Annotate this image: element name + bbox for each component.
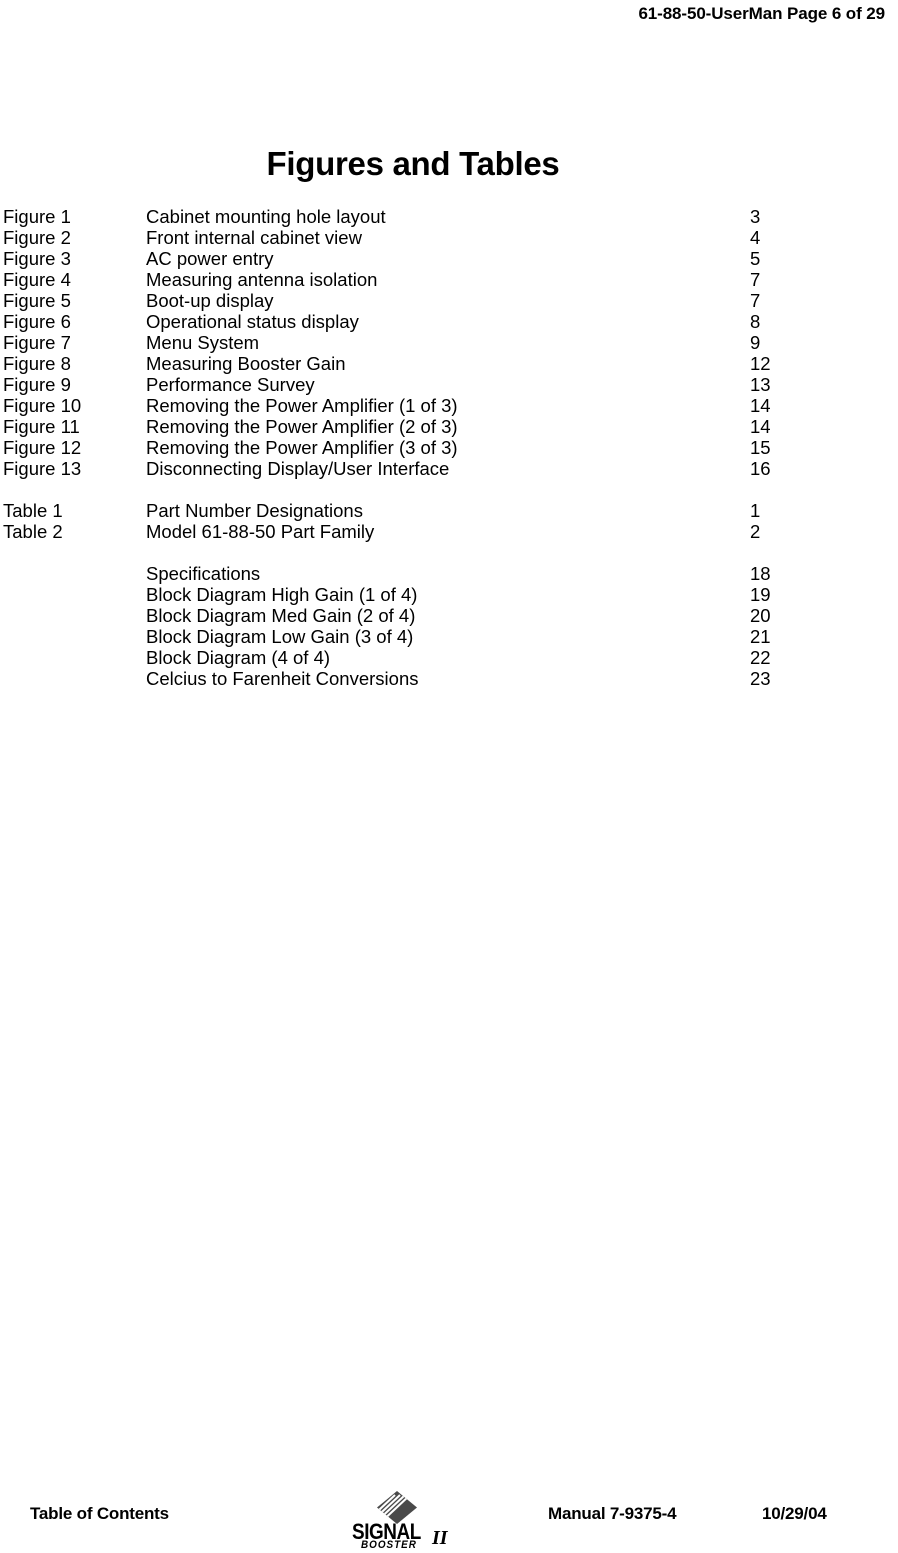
toc-row-page-number: 9 <box>750 332 761 353</box>
toc-row-page-number: 8 <box>750 311 761 332</box>
toc-row: Figure 4 Measuring antenna isolation 7 <box>0 269 898 290</box>
page-footer: Table of Contents SIGNAL BOOSTER II Manu… <box>0 1490 898 1553</box>
toc-row-page-number: 14 <box>750 395 771 416</box>
toc-row-page-number: 13 <box>750 374 771 395</box>
toc-row-page-number: 1 <box>750 500 761 521</box>
toc-row-description: Block Diagram Low Gain (3 of 4) <box>146 626 414 647</box>
toc-row: Figure 6 Operational status display 8 <box>0 311 898 332</box>
toc-row-page-number: 12 <box>750 353 771 374</box>
footer-date: 10/29/04 <box>762 1504 827 1523</box>
toc-row-description: Specifications <box>146 563 261 584</box>
toc-row-page-number: 16 <box>750 458 771 479</box>
toc-row-label: Table 1 <box>3 500 63 521</box>
toc-row: Figure 8 Measuring Booster Gain 12 <box>0 353 898 374</box>
toc-row: Table 1 Part Number Designations 1 <box>0 500 898 521</box>
toc-row-description: Menu System <box>146 332 260 353</box>
toc-row-description: Block Diagram (4 of 4) <box>146 647 331 668</box>
toc-row-description: Performance Survey <box>146 374 315 395</box>
toc-row-description: Front internal cabinet view <box>146 227 362 248</box>
toc-row: Figure 7 Menu System 9 <box>0 332 898 353</box>
toc-row-label: Figure 13 <box>3 458 82 479</box>
toc-row-description: AC power entry <box>146 248 274 269</box>
toc-row: Table 2 Model 61-88-50 Part Family 2 <box>0 521 898 542</box>
toc-row-description: Removing the Power Amplifier (2 of 3) <box>146 416 458 437</box>
toc-row: Figure 10 Removing the Power Amplifier (1… <box>0 395 898 416</box>
toc-row-description: Cabinet mounting hole layout <box>146 206 386 227</box>
toc-row-page-number: 23 <box>750 668 771 689</box>
toc-row-description: Part Number Designations <box>146 500 363 521</box>
toc-row-label: Figure 5 <box>3 290 71 311</box>
logo-wordmark: SIGNAL BOOSTER II <box>352 1521 472 1553</box>
toc-row: Specifications 18 <box>0 563 898 584</box>
toc-row: Figure 1 Cabinet mounting hole layout 3 <box>0 206 898 227</box>
toc-row-description: Operational status display <box>146 311 359 332</box>
toc-row-description: Disconnecting Display/User Interface <box>146 458 450 479</box>
toc-row: Block Diagram (4 of 4) 22 <box>0 647 898 668</box>
toc-row: Figure 5 Boot-up display 7 <box>0 290 898 311</box>
footer-section-label: Table of Contents <box>30 1504 169 1523</box>
toc-row: Block Diagram High Gain (1 of 4) 19 <box>0 584 898 605</box>
toc-row-page-number: 19 <box>750 584 771 605</box>
toc-row-page-number: 7 <box>750 269 761 290</box>
toc-row-page-number: 2 <box>750 521 761 542</box>
toc-row-page-number: 14 <box>750 416 771 437</box>
toc-row-label: Table 2 <box>3 521 63 542</box>
signal-booster-logo: SIGNAL BOOSTER II <box>352 1490 472 1553</box>
document-page: 61-88-50-UserMan Page 6 of 29 Figures an… <box>0 0 898 1553</box>
toc-row-label: Figure 7 <box>3 332 71 353</box>
toc-row: Figure 13 Disconnecting Display/User Inte… <box>0 458 898 479</box>
toc-row-description: Block Diagram Med Gain (2 of 4) <box>146 605 416 626</box>
logo-product-text: BOOSTER <box>361 1539 417 1551</box>
toc-row-page-number: 18 <box>750 563 771 584</box>
toc-row-description: Model 61-88-50 Part Family <box>146 521 375 542</box>
toc-row: Block Diagram Low Gain (3 of 4) 21 <box>0 626 898 647</box>
toc-row: Celcius to Farenheit Conversions 23 <box>0 668 898 689</box>
toc-row-description: Block Diagram High Gain (1 of 4) <box>146 584 418 605</box>
toc-group-spacer <box>0 542 898 563</box>
toc-row-page-number: 21 <box>750 626 771 647</box>
toc-row-label: Figure 10 <box>3 395 82 416</box>
toc-row: Figure 12 Removing the Power Amplifier (3… <box>0 437 898 458</box>
toc-row-page-number: 3 <box>750 206 761 227</box>
toc-row-label: Figure 9 <box>3 374 71 395</box>
toc-row: Figure 9 Performance Survey 13 <box>0 374 898 395</box>
toc-row-description: Removing the Power Amplifier (1 of 3) <box>146 395 458 416</box>
toc-row: Figure 3 AC power entry 5 <box>0 248 898 269</box>
toc-row-page-number: 15 <box>750 437 771 458</box>
toc-row-label: Figure 4 <box>3 269 71 290</box>
toc-row-label: Figure 1 <box>3 206 71 227</box>
toc-row-label: Figure 8 <box>3 353 71 374</box>
toc-row-label: Figure 11 <box>3 416 80 437</box>
toc-group-spacer <box>0 479 898 500</box>
toc-row-page-number: 20 <box>750 605 771 626</box>
page-title: Figures and Tables <box>266 145 560 182</box>
logo-version-text: II <box>432 1527 448 1549</box>
toc-row-page-number: 4 <box>750 227 761 248</box>
running-header: 61-88-50-UserMan Page 6 of 29 <box>638 4 885 23</box>
toc-row-label: Figure 2 <box>3 227 71 248</box>
toc-row-description: Boot-up display <box>146 290 274 311</box>
figures-and-tables-list: Figure 1 Cabinet mounting hole layout 3 Fig… <box>0 206 898 689</box>
toc-row-description: Celcius to Farenheit Conversions <box>146 668 419 689</box>
toc-row-label: Figure 12 <box>3 437 82 458</box>
toc-row-page-number: 5 <box>750 248 761 269</box>
toc-row-description: Removing the Power Amplifier (3 of 3) <box>146 437 458 458</box>
toc-row: Block Diagram Med Gain (2 of 4) 20 <box>0 605 898 626</box>
toc-row: Figure 11 Removing the Power Amplifier (2… <box>0 416 898 437</box>
toc-row-page-number: 22 <box>750 647 771 668</box>
toc-row-description: Measuring antenna isolation <box>146 269 378 290</box>
toc-row-label: Figure 3 <box>3 248 71 269</box>
toc-row-description: Measuring Booster Gain <box>146 353 346 374</box>
toc-row: Figure 2 Front internal cabinet view 4 <box>0 227 898 248</box>
toc-row-label: Figure 6 <box>3 311 71 332</box>
footer-manual-number: Manual 7-9375-4 <box>548 1504 677 1523</box>
toc-row-page-number: 7 <box>750 290 761 311</box>
